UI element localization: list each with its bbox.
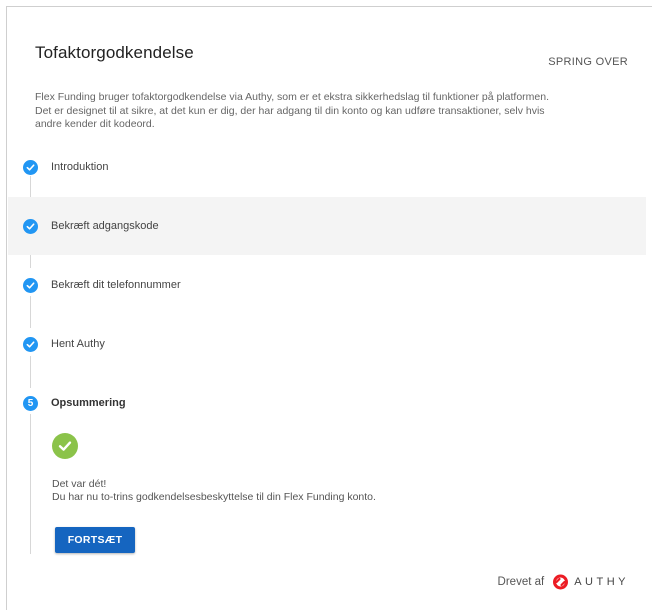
authy-wordmark: AUTHY bbox=[574, 576, 629, 588]
step-label: Bekræft dit telefonnummer bbox=[51, 279, 181, 291]
page-title: Tofaktorgodkendelse bbox=[35, 43, 194, 62]
success-detail: Du har nu to-trins godkendelsesbeskyttel… bbox=[52, 491, 376, 503]
step-label: Bekræft adgangskode bbox=[51, 220, 159, 232]
step-bekraeft-adgangskode[interactable]: Bekræft adgangskode bbox=[8, 197, 646, 255]
step-connector bbox=[30, 414, 31, 554]
continue-button[interactable]: FORTSÆT bbox=[55, 527, 135, 553]
step-hent-authy[interactable]: Hent Authy bbox=[8, 315, 646, 373]
step-label: Introduktion bbox=[51, 161, 109, 173]
powered-by-label: Drevet af bbox=[497, 576, 545, 588]
step-number-badge: 5 bbox=[23, 395, 38, 411]
success-message: Det var dét! bbox=[52, 478, 107, 490]
check-circle-icon bbox=[52, 433, 78, 459]
check-icon bbox=[23, 277, 38, 293]
step-opsummering[interactable]: 5 Opsummering bbox=[8, 374, 646, 432]
step-bekraeft-telefonnummer[interactable]: Bekræft dit telefonnummer bbox=[8, 256, 646, 314]
powered-by-authy: Drevet af AUTHY bbox=[498, 574, 629, 590]
description-text: Flex Funding bruger tofaktorgodkendelse … bbox=[35, 91, 549, 130]
step-label: Hent Authy bbox=[51, 338, 105, 350]
check-icon bbox=[23, 159, 38, 175]
authy-logo-icon bbox=[553, 574, 569, 590]
check-icon bbox=[23, 336, 38, 352]
skip-button[interactable]: SPRING OVER bbox=[548, 56, 628, 68]
step-label: Opsummering bbox=[51, 397, 126, 409]
check-icon bbox=[23, 218, 38, 234]
authy-logo: AUTHY bbox=[552, 574, 629, 590]
step-introduktion[interactable]: Introduktion bbox=[8, 138, 646, 196]
